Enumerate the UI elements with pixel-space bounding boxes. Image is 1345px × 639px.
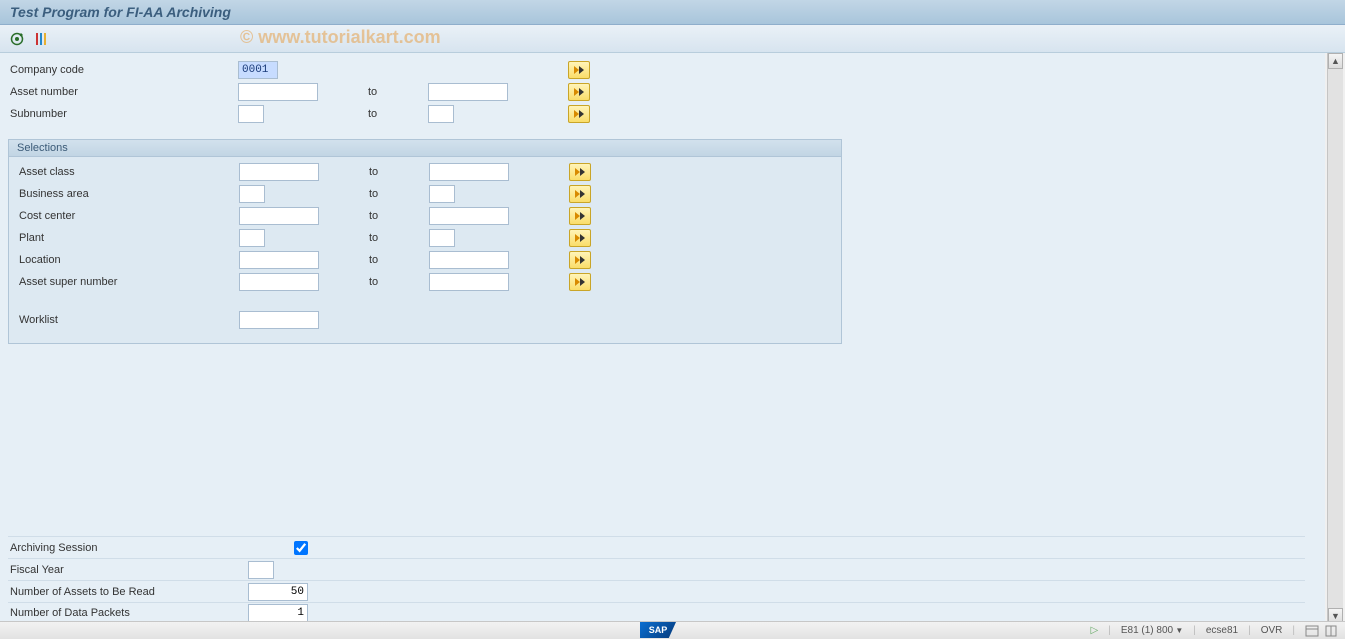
plant-low-input[interactable] xyxy=(239,229,265,247)
row-archiving-session: Archiving Session xyxy=(8,536,1305,558)
row-asset-number: Asset number to xyxy=(8,81,1317,103)
label-asset-class: Asset class xyxy=(9,166,239,178)
label-cost-center: Cost center xyxy=(9,210,239,222)
row-subnumber: Subnumber to xyxy=(8,103,1317,125)
to-label: to xyxy=(369,210,429,222)
location-high-input[interactable] xyxy=(429,251,509,269)
watermark: © www.tutorialkart.com xyxy=(240,27,441,48)
business-area-high-input[interactable] xyxy=(429,185,455,203)
to-label: to xyxy=(369,254,429,266)
execute-icon[interactable] xyxy=(8,30,26,48)
bottom-block: Archiving Session Fiscal Year Number of … xyxy=(8,536,1305,624)
row-cost-center: Cost center to xyxy=(9,205,841,227)
label-business-area: Business area xyxy=(9,188,239,200)
archiving-session-checkbox[interactable] xyxy=(294,541,308,555)
row-company-code: Company code xyxy=(8,59,1317,81)
label-company-code: Company code xyxy=(8,64,238,76)
to-label: to xyxy=(369,232,429,244)
multiple-selection-plant[interactable] xyxy=(569,229,591,247)
scroll-track[interactable] xyxy=(1328,69,1343,608)
status-server: ecse81 xyxy=(1206,625,1238,636)
form-area: Company code Asset number to Subnumber t… xyxy=(0,53,1325,624)
row-assets-read: Number of Assets to Be Read xyxy=(8,580,1305,602)
multiple-selection-asset-super[interactable] xyxy=(569,273,591,291)
row-business-area: Business area to xyxy=(9,183,841,205)
asset-number-high-input[interactable] xyxy=(428,83,508,101)
to-label: to xyxy=(369,166,429,178)
label-plant: Plant xyxy=(9,232,239,244)
sap-logo: SAP xyxy=(640,622,676,638)
label-asset-number: Asset number xyxy=(8,86,238,98)
status-close-icon[interactable] xyxy=(1325,625,1337,637)
group-header-selections: Selections xyxy=(9,140,841,157)
worklist-input[interactable] xyxy=(239,311,319,329)
to-label: to xyxy=(369,188,429,200)
title-text: Test Program for FI-AA Archiving xyxy=(10,4,231,20)
asset-class-high-input[interactable] xyxy=(429,163,509,181)
multiple-selection-company-code[interactable] xyxy=(568,61,590,79)
asset-number-low-input[interactable] xyxy=(238,83,318,101)
multiple-selection-cost-center[interactable] xyxy=(569,207,591,225)
cost-center-low-input[interactable] xyxy=(239,207,319,225)
status-session[interactable]: E81 (1) 800 xyxy=(1121,625,1183,636)
label-worklist: Worklist xyxy=(9,314,239,326)
status-layout-icon[interactable] xyxy=(1305,625,1319,637)
label-fiscal-year: Fiscal Year xyxy=(8,564,248,576)
group-selections: Selections Asset class to Business area … xyxy=(8,139,842,344)
to-label: to xyxy=(368,86,428,98)
to-label: to xyxy=(368,108,428,120)
label-asset-super: Asset super number xyxy=(9,276,239,288)
fiscal-year-input[interactable] xyxy=(248,561,274,579)
business-area-low-input[interactable] xyxy=(239,185,265,203)
row-location: Location to xyxy=(9,249,841,271)
scroll-up-icon[interactable]: ▲ xyxy=(1328,53,1343,69)
asset-super-low-input[interactable] xyxy=(239,273,319,291)
row-plant: Plant to xyxy=(9,227,841,249)
assets-read-input[interactable] xyxy=(248,583,308,601)
label-subnumber: Subnumber xyxy=(8,108,238,120)
asset-super-high-input[interactable] xyxy=(429,273,509,291)
multiple-selection-asset-number[interactable] xyxy=(568,83,590,101)
row-fiscal-year: Fiscal Year xyxy=(8,558,1305,580)
multiple-selection-location[interactable] xyxy=(569,251,591,269)
status-nav-icon[interactable]: ▷ xyxy=(1091,625,1099,636)
row-worklist: Worklist xyxy=(9,309,841,331)
page-title: Test Program for FI-AA Archiving xyxy=(0,0,1345,25)
status-mode: OVR xyxy=(1261,625,1283,636)
selection-screen-icon[interactable] xyxy=(32,30,50,48)
asset-class-low-input[interactable] xyxy=(239,163,319,181)
row-asset-class: Asset class to xyxy=(9,161,841,183)
toolbar: © www.tutorialkart.com xyxy=(0,25,1345,53)
vertical-scrollbar[interactable]: ▲ ▼ xyxy=(1327,53,1343,624)
multiple-selection-business-area[interactable] xyxy=(569,185,591,203)
statusbar: SAP ▷ | E81 (1) 800 | ecse81 | OVR | xyxy=(0,621,1345,639)
cost-center-high-input[interactable] xyxy=(429,207,509,225)
label-data-packets: Number of Data Packets xyxy=(8,607,248,619)
multiple-selection-asset-class[interactable] xyxy=(569,163,591,181)
company-code-input[interactable] xyxy=(238,61,278,79)
to-label: to xyxy=(369,276,429,288)
row-asset-super: Asset super number to xyxy=(9,271,841,293)
label-location: Location xyxy=(9,254,239,266)
label-assets-read: Number of Assets to Be Read xyxy=(8,586,248,598)
subnumber-low-input[interactable] xyxy=(238,105,264,123)
data-packets-input[interactable] xyxy=(248,604,308,622)
label-archiving-session: Archiving Session xyxy=(8,542,248,554)
subnumber-high-input[interactable] xyxy=(428,105,454,123)
plant-high-input[interactable] xyxy=(429,229,455,247)
content-area: Company code Asset number to Subnumber t… xyxy=(0,53,1345,624)
multiple-selection-subnumber[interactable] xyxy=(568,105,590,123)
location-low-input[interactable] xyxy=(239,251,319,269)
